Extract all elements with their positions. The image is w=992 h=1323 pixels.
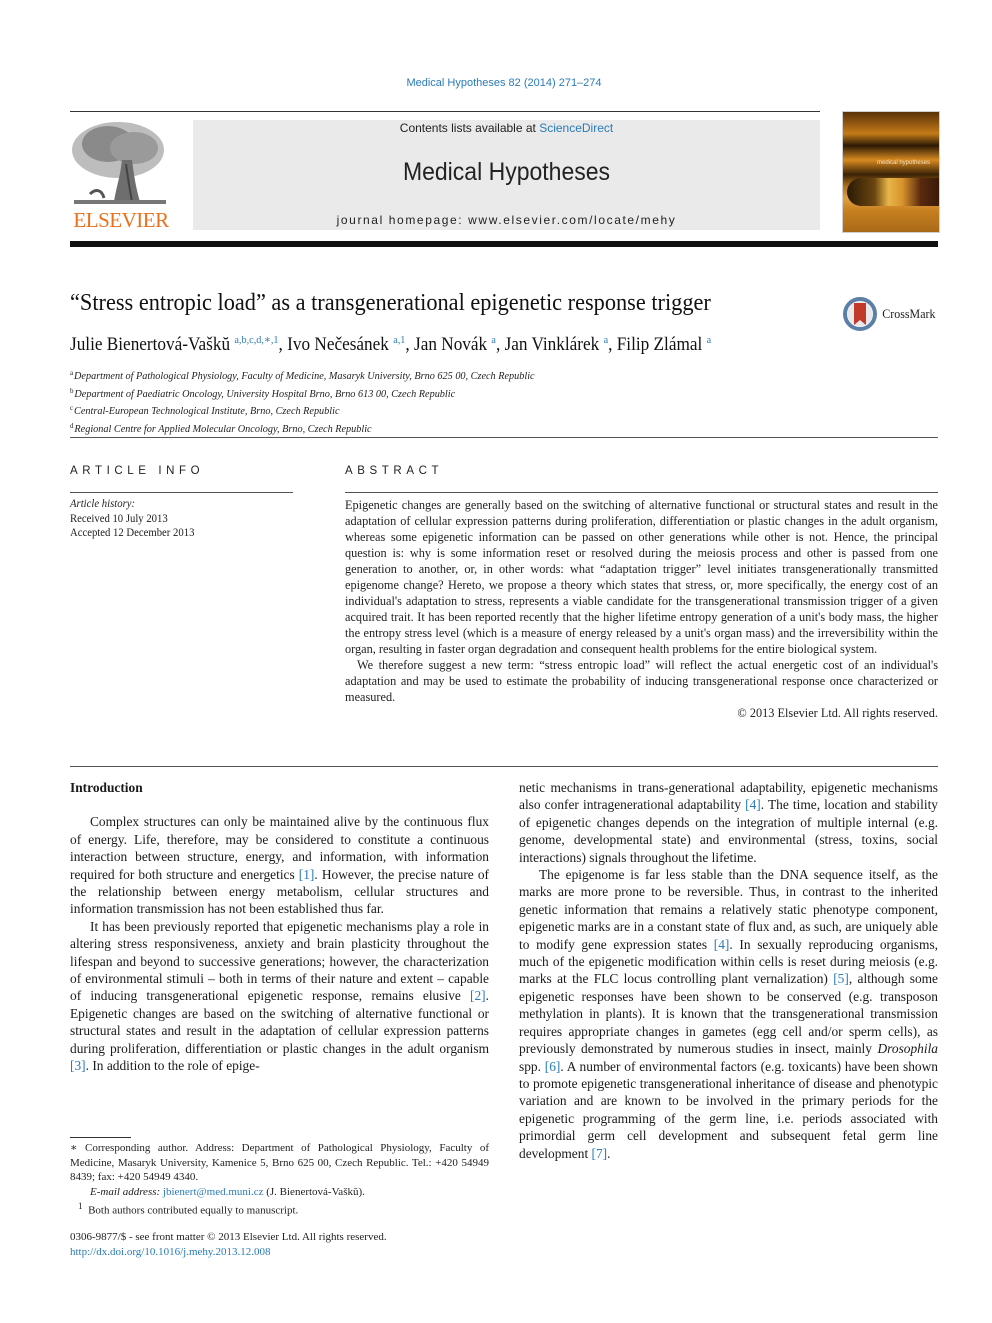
author-separator: ,: [405, 335, 415, 355]
author-list: Julie Bienertová-Vaškŭ a,b,c,d,∗,1, Ivo …: [70, 333, 711, 356]
author-affiliation-marks[interactable]: a: [707, 334, 712, 346]
crossmark-label: CrossMark: [882, 306, 936, 321]
author-separator: ,: [608, 335, 617, 355]
body-column-left: Introduction Complex structures can only…: [70, 779, 489, 1075]
email-note: E-mail address: jbienert@med.muni.cz (J.…: [70, 1185, 489, 1200]
reference-link[interactable]: [2]: [470, 988, 486, 1003]
article-title: “Stress entropic load” as a transgenerat…: [70, 290, 711, 316]
footnote-mark: 1: [78, 1201, 83, 1212]
contents-availability-line: Contents lists available at ScienceDirec…: [193, 121, 820, 135]
abstract-paragraph: We therefore suggest a new term: “stress…: [345, 658, 938, 704]
body-column-right: netic mechanisms in trans-generational a…: [519, 779, 938, 1162]
reference-link[interactable]: [1]: [299, 867, 315, 882]
journal-citation-link[interactable]: Medical Hypotheses 82 (2014) 271–274: [0, 77, 992, 89]
affiliation-text: Central-European Technological Institute…: [74, 405, 340, 417]
reference-link[interactable]: [4]: [745, 797, 761, 812]
affiliation-divider: [70, 437, 938, 438]
body-text: . In addition to the role of epige-: [85, 1058, 260, 1074]
affiliation-text: Department of Pathological Physiology, F…: [74, 370, 535, 382]
affiliation-key: a: [70, 368, 74, 377]
footnote-divider: [70, 1137, 131, 1138]
cover-title: medical hypotheses: [877, 160, 931, 166]
reference-link[interactable]: [3]: [70, 1058, 86, 1073]
article-info-divider: [70, 492, 293, 493]
affiliation-item: cCentral-European Technological Institut…: [70, 401, 535, 419]
received-date: Received 10 July 2013: [70, 512, 168, 525]
journal-cover-image[interactable]: medical hypotheses: [842, 111, 940, 233]
header-top-rule: [70, 111, 820, 112]
abstract-body: Epigenetic changes are generally based o…: [345, 497, 938, 721]
affiliation-key: c: [70, 403, 74, 412]
author-affiliation-marks[interactable]: a,b,c,d,∗,1: [234, 334, 278, 346]
affiliation-list: aDepartment of Pathological Physiology, …: [70, 366, 535, 436]
crossmark-button[interactable]: CrossMark: [843, 297, 938, 331]
body-text: It has been previously reported that epi…: [70, 918, 489, 1004]
author[interactable]: Filip Zlámal a: [616, 334, 712, 355]
affiliation-text: Regional Centre for Applied Molecular On…: [74, 422, 372, 435]
front-matter: 0306-9877/$ - see front matter © 2013 El…: [70, 1230, 387, 1259]
author-name: Julie Bienertová-Vaškŭ: [70, 335, 231, 355]
body-paragraph: Complex structures can only be maintaine…: [70, 813, 489, 917]
email-owner: (J. Bienertová-Vaškŭ).: [263, 1185, 365, 1198]
elsevier-logo[interactable]: ELSEVIER: [70, 118, 172, 233]
article-info-heading: ARTICLE INFO: [70, 465, 205, 477]
reference-link[interactable]: [7]: [592, 1146, 608, 1161]
history-label: Article history:: [70, 498, 136, 510]
sciencedirect-link[interactable]: ScienceDirect: [539, 121, 613, 135]
article-history: Article history: Received 10 July 2013 A…: [70, 497, 194, 541]
body-text: . A number of environmental factors (e.g…: [519, 1058, 938, 1161]
author[interactable]: Jan Novák a: [414, 334, 496, 355]
contents-prefix: Contents lists available at: [399, 121, 540, 135]
crossmark-icon: [843, 297, 877, 331]
abstract-divider: [345, 492, 938, 493]
author-name: Filip Zlámal: [616, 335, 703, 355]
author[interactable]: Jan Vinklárek a: [504, 334, 609, 355]
cover-decoration: [847, 178, 939, 206]
elsevier-wordmark: ELSEVIER: [73, 208, 169, 232]
email-label: E-mail address:: [90, 1185, 161, 1198]
author-name: Jan Novák: [414, 335, 488, 355]
affiliation-item: aDepartment of Pathological Physiology, …: [70, 366, 535, 384]
author[interactable]: Julie Bienertová-Vaškŭ a,b,c,d,∗,1: [70, 334, 279, 355]
body-text: .: [607, 1145, 611, 1161]
author-affiliation-marks[interactable]: a,1: [393, 334, 405, 346]
affiliation-key: d: [70, 420, 74, 430]
author-name: Jan Vinklárek: [504, 335, 600, 355]
equal-contribution-note: 1 Both authors contributed equally to ma…: [70, 1199, 489, 1218]
reference-link[interactable]: [4]: [714, 937, 730, 952]
species-name: Drosophila: [877, 1041, 938, 1057]
abstract-heading: ABSTRACT: [345, 465, 444, 477]
header-thick-rule: [70, 241, 938, 247]
author-name: Ivo Nečesánek: [287, 335, 389, 355]
affiliation-key: b: [70, 385, 74, 395]
journal-masthead: Contents lists available at ScienceDirec…: [193, 120, 820, 230]
reference-link[interactable]: [5]: [833, 971, 849, 986]
author-separator: ,: [495, 335, 505, 355]
author[interactable]: Ivo Nečesánek a,1: [287, 334, 405, 355]
issn-copyright: 0306-9877/$ - see front matter © 2013 El…: [70, 1231, 387, 1243]
corresponding-author-note: ∗ Corresponding author. Address: Departm…: [70, 1142, 489, 1184]
body-paragraph: It has been previously reported that epi…: [70, 918, 489, 1075]
reference-link[interactable]: [6]: [545, 1059, 561, 1074]
section-heading-introduction: Introduction: [70, 780, 143, 795]
elsevier-tree-icon: [70, 118, 170, 206]
body-text: spp.: [519, 1058, 545, 1074]
doi-link[interactable]: http://dx.doi.org/10.1016/j.mehy.2013.12…: [70, 1246, 270, 1258]
affiliation-text: Department of Paediatric Oncology, Unive…: [74, 387, 456, 400]
journal-homepage-link[interactable]: journal homepage: www.elsevier.com/locat…: [193, 213, 820, 227]
accepted-date: Accepted 12 December 2013: [70, 527, 195, 539]
affiliation-item: dRegional Centre for Applied Molecular O…: [70, 419, 535, 437]
abstract-paragraph: Epigenetic changes are generally based o…: [345, 498, 938, 656]
journal-name: Medical Hypotheses: [402, 158, 611, 186]
abstract-end-divider: [70, 766, 938, 767]
abstract-copyright: © 2013 Elsevier Ltd. All rights reserved…: [737, 706, 938, 720]
body-paragraph: The epigenome is far less stable than th…: [519, 866, 938, 1162]
footnote-text: Both authors contributed equally to manu…: [88, 1205, 299, 1218]
affiliation-item: bDepartment of Paediatric Oncology, Univ…: [70, 384, 535, 402]
email-link[interactable]: jbienert@med.muni.cz: [163, 1186, 264, 1198]
author-separator: ,: [278, 335, 288, 355]
body-paragraph: netic mechanisms in trans-generational a…: [519, 779, 938, 866]
footnotes: ∗ Corresponding author. Address: Departm…: [70, 1141, 489, 1219]
